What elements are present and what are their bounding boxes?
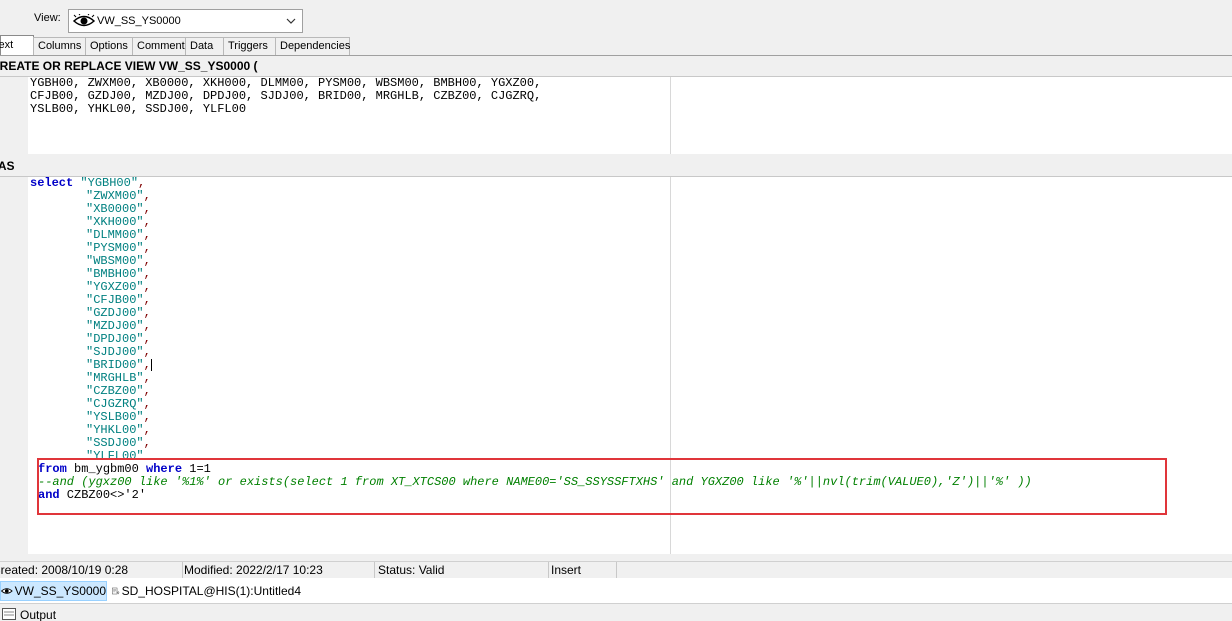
window-tab-label: VW_SS_YS0000	[14, 584, 106, 598]
create-view-header: CREATE OR REPLACE VIEW VW_SS_YS0000 (	[0, 57, 1232, 76]
editor-gutter	[0, 77, 28, 154]
tab-dependencies[interactable]: Dependencies	[275, 37, 350, 55]
column-ref: "SSDJ00"	[86, 436, 144, 450]
column-ref: "MZDJ00"	[86, 319, 144, 333]
tab-triggers[interactable]: Triggers	[223, 37, 276, 55]
tab-separator	[0, 55, 1232, 56]
column-ref: "GZDJ00"	[86, 306, 144, 320]
eye-icon	[73, 14, 95, 27]
sql-window-icon	[112, 587, 120, 595]
output-label: Output	[20, 608, 57, 621]
output-panel-bar[interactable]: Output	[0, 605, 1232, 621]
column-ref: "ZWXM00"	[86, 189, 144, 203]
window-tab-label: SD_HOSPITAL@HIS(1):Untitled4	[121, 584, 301, 598]
output-icon	[2, 608, 16, 620]
column-line: "SJDJ00",	[86, 345, 151, 359]
view-editor-window: View: VW_SS_YS0000 Text Columns Options …	[0, 0, 1232, 621]
tab-options[interactable]: Options	[85, 37, 133, 55]
column-list-line-3: YSLB00, YHKL00, SSDJ00, YLFL00	[30, 102, 247, 116]
column-ref: "MRGHLB"	[86, 371, 144, 385]
view-selector-bar: View: VW_SS_YS0000	[0, 0, 1232, 36]
window-tab-view[interactable]: VW_SS_YS0000	[0, 581, 107, 601]
view-dropdown-value: VW_SS_YS0000	[97, 15, 181, 27]
chevron-down-icon[interactable]	[284, 14, 298, 28]
column-ref: "XKH000"	[86, 215, 144, 229]
highlight-annotation-box	[37, 458, 1167, 515]
column-ref: "CJGZRQ"	[86, 397, 144, 411]
column-ref: "BMBH00"	[86, 267, 144, 281]
insert-mode-status: Insert	[549, 562, 617, 579]
column-list-editor[interactable]: YGBH00, ZWXM00, XB0000, XKH000, DLMM00, …	[0, 76, 1232, 154]
valid-status: Status: Valid	[375, 562, 549, 579]
tab-data[interactable]: Data	[185, 37, 224, 55]
select-keyword: select	[30, 176, 74, 190]
tab-text[interactable]: Text	[0, 35, 34, 55]
column-ref: "XB0000"	[86, 202, 144, 216]
column-ref: "WBSM00"	[86, 254, 144, 268]
view-dropdown[interactable]: VW_SS_YS0000	[68, 9, 303, 33]
column-ref: "DLMM00"	[86, 228, 144, 242]
column-ref: "YGXZ00"	[86, 280, 144, 294]
column-ref: "YSLB00"	[86, 410, 144, 424]
column-ref: "SJDJ00"	[86, 345, 144, 359]
view-label: View:	[34, 12, 61, 24]
modified-status: Modified: 2022/2/17 10:23	[183, 562, 375, 579]
column-ref: "PYSM00"	[86, 241, 144, 255]
column-ref: "YLFL00"	[86, 450, 144, 458]
column-ref: "YHKL00"	[86, 423, 144, 437]
tab-columns[interactable]: Columns	[33, 37, 86, 55]
editor-gutter	[0, 177, 28, 554]
as-header: ) AS	[0, 157, 1232, 176]
window-tabs-bar: VW_SS_YS0000 SD_HOSPITAL@HIS(1):Untitled…	[0, 578, 1232, 604]
created-status: Created: 2008/10/19 0:28	[0, 562, 183, 579]
column-ref: "CFJB00"	[86, 293, 144, 307]
text-cursor	[150, 359, 152, 371]
column-ref: "DPDJ00"	[86, 332, 144, 346]
column-line: "SSDJ00",	[86, 436, 151, 450]
column-ref: "YGBH00"	[80, 176, 139, 190]
editor-tabs: Text Columns Options Comment Data Trigge…	[0, 35, 350, 55]
tab-comment[interactable]: Comment	[132, 37, 186, 55]
column-ref: "CZBZ00"	[86, 384, 144, 398]
right-margin-line	[670, 77, 671, 154]
eye-icon	[1, 588, 13, 594]
column-line-partial: "YLFL00"	[86, 450, 144, 458]
window-tab-sql[interactable]: SD_HOSPITAL@HIS(1):Untitled4	[111, 581, 301, 601]
status-bar: Created: 2008/10/19 0:28 Modified: 2022/…	[0, 561, 1232, 579]
